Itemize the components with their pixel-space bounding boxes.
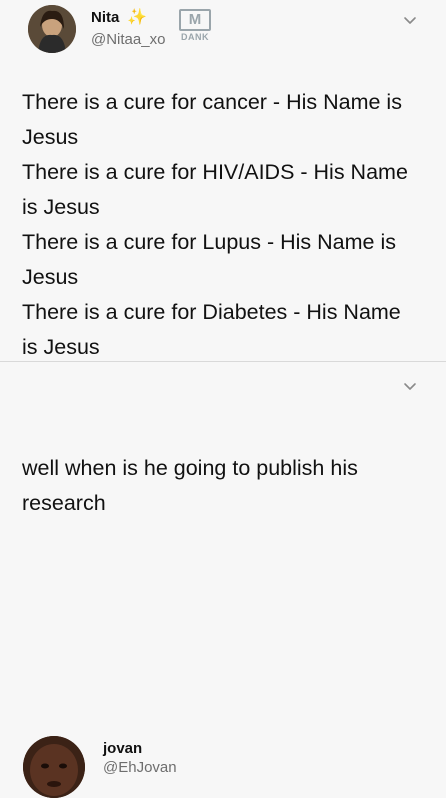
- reply-tweet: jovan @EhJovan well when is he going to …: [0, 362, 446, 798]
- tweet-text-line: There is a cure for HIV/AIDS - His Name: [22, 160, 408, 184]
- chevron-down-icon[interactable]: [402, 378, 418, 394]
- tweet-text-line: is Jesus: [22, 335, 100, 359]
- watermark-mark: M: [179, 9, 211, 31]
- tweet-text: There is a cure for cancer - His Name is…: [22, 85, 432, 365]
- tweet-text-line: Jesus: [22, 265, 79, 289]
- tweet-text-line: is Jesus: [22, 195, 100, 219]
- reply-author-handle[interactable]: @EhJovan: [103, 759, 177, 776]
- avatar-nita[interactable]: [28, 5, 76, 53]
- tweet-text-line: There is a cure for Lupus - His Name is: [22, 230, 396, 254]
- tweet-text-line: Jesus: [22, 125, 79, 149]
- avatar-jovan[interactable]: [23, 736, 85, 798]
- tweet-text-line: There is a cure for cancer - His Name is: [22, 90, 402, 114]
- watermark-text: DANK: [181, 32, 209, 42]
- sparkle-emoji-icon: ✨: [127, 9, 147, 26]
- reply-text: well when is he going to publish his res…: [22, 451, 432, 521]
- tweet-text-line: There is a cure for Diabetes - His Name: [22, 300, 401, 324]
- original-tweet: Nita ✨ @Nitaa_xo M DANK There is a cure …: [0, 0, 446, 362]
- author-handle[interactable]: @Nitaa_xo: [91, 31, 165, 48]
- reply-text-line: well when is he going to publish his: [22, 456, 358, 480]
- chevron-down-icon[interactable]: [402, 12, 418, 28]
- watermark-logo: M DANK: [176, 9, 214, 45]
- author-name[interactable]: Nita: [91, 9, 119, 26]
- reply-author-name[interactable]: jovan: [103, 740, 142, 757]
